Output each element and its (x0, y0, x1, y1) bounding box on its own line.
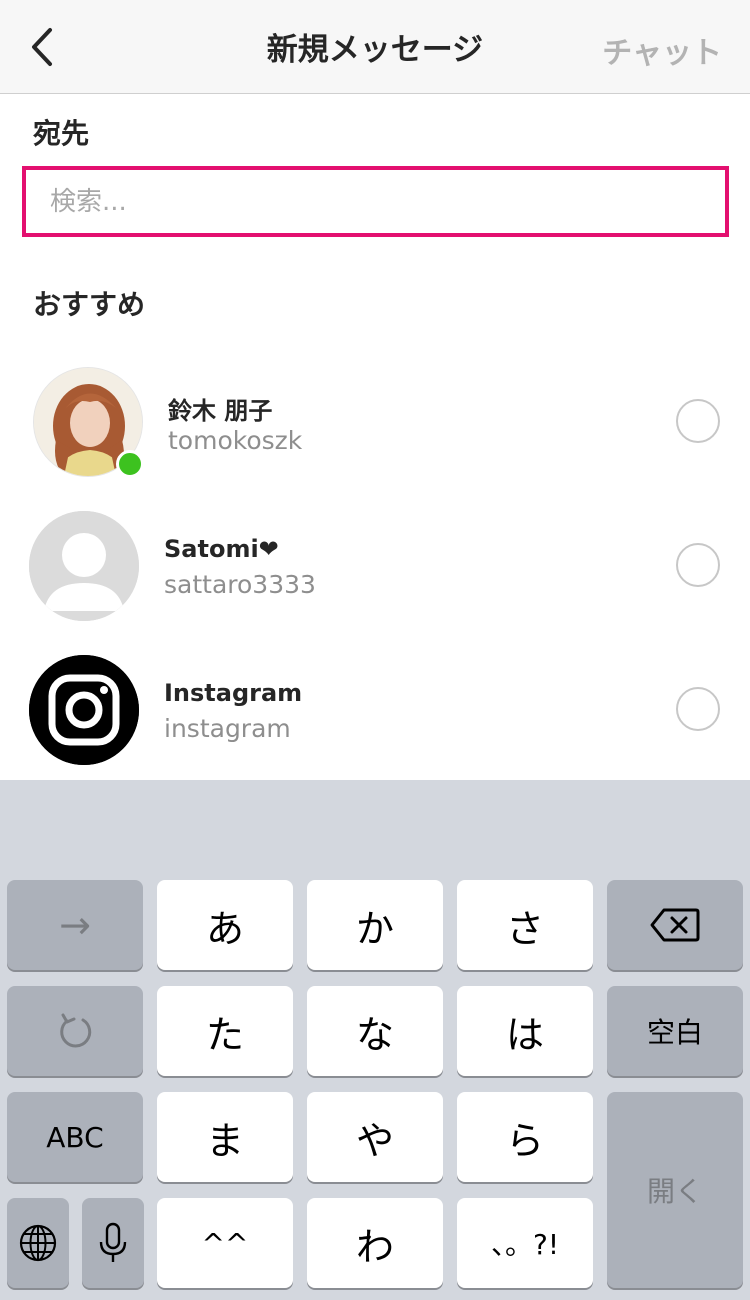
undo-icon (60, 1013, 92, 1048)
key-ka[interactable]: か (307, 880, 443, 970)
suggested-user-row[interactable]: 鈴木 朋子 tomokoszk (0, 357, 750, 487)
key-globe[interactable] (7, 1198, 69, 1288)
key-emoticon[interactable]: ^^ (157, 1198, 293, 1288)
online-status-dot (116, 450, 144, 478)
search-field[interactable] (22, 166, 729, 237)
key-space[interactable]: 空白 (607, 986, 743, 1076)
select-radio[interactable] (676, 543, 720, 587)
user-name: Instagram (164, 679, 303, 707)
delete-icon (650, 908, 700, 942)
suggested-section-title: おすすめ (33, 288, 146, 321)
key-wa[interactable]: わ (307, 1198, 443, 1288)
instagram-logo-icon (29, 655, 139, 765)
avatar (29, 655, 139, 765)
key-ya[interactable]: や (307, 1092, 443, 1182)
header: 新規メッセージ チャット (0, 0, 750, 94)
suggested-user-row[interactable]: Instagram instagram (0, 645, 750, 775)
key-return[interactable]: 開く (607, 1092, 743, 1288)
key-ta[interactable]: た (157, 986, 293, 1076)
recipient-label: 宛先 (33, 117, 90, 150)
select-radio[interactable] (676, 399, 720, 443)
user-handle: instagram (164, 714, 291, 743)
key-arrow-right[interactable]: → (7, 880, 143, 970)
key-ra[interactable]: ら (457, 1092, 593, 1182)
suggested-user-row[interactable]: Satomi❤ sattaro3333 (0, 501, 750, 631)
user-name: 鈴木 朋子 (168, 397, 273, 425)
key-undo[interactable] (7, 986, 143, 1076)
key-sa[interactable]: さ (457, 880, 593, 970)
key-a[interactable]: あ (157, 880, 293, 970)
key-punctuation[interactable]: 、。?! (457, 1198, 593, 1288)
select-radio[interactable] (676, 687, 720, 731)
user-handle: tomokoszk (168, 426, 303, 455)
default-avatar-icon (29, 511, 139, 621)
key-na[interactable]: な (307, 986, 443, 1076)
key-abc[interactable]: ABC (7, 1092, 143, 1182)
chat-button[interactable]: チャット (602, 28, 722, 72)
globe-icon (19, 1224, 57, 1262)
key-ha[interactable]: は (457, 986, 593, 1076)
japanese-keyboard: → あ か さ た な は 空白 ABC ま や ら 開く ^^ わ 、。?! (0, 780, 750, 1300)
search-input[interactable] (26, 170, 725, 233)
user-handle: sattaro3333 (164, 570, 316, 599)
user-name: Satomi❤ (164, 535, 279, 563)
key-delete[interactable] (607, 880, 743, 970)
avatar (29, 511, 139, 621)
key-ma[interactable]: ま (157, 1092, 293, 1182)
key-microphone[interactable] (82, 1198, 144, 1288)
microphone-icon (99, 1222, 127, 1262)
